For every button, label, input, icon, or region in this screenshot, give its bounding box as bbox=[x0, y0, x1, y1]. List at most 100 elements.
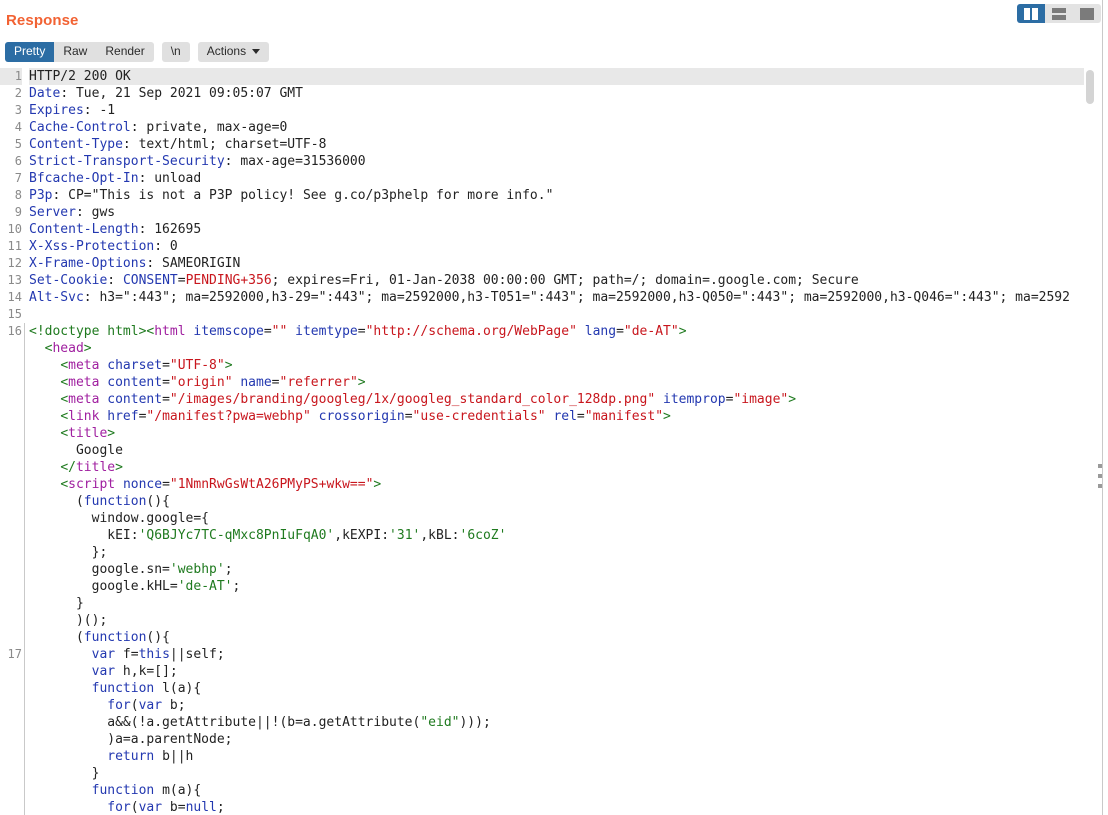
code-line[interactable]: google.sn='webhp'; bbox=[0, 561, 1092, 578]
code-line[interactable]: )(); bbox=[0, 612, 1092, 629]
line-number: 16 bbox=[7, 324, 22, 338]
line-number: 1 bbox=[0, 68, 22, 85]
code-line[interactable]: var h,k=[]; bbox=[0, 663, 1092, 680]
line-number: 4 bbox=[14, 120, 22, 134]
code-line[interactable]: } bbox=[0, 595, 1092, 612]
code-line[interactable]: 1 HTTP/2 200 OK bbox=[0, 68, 1092, 85]
code-line-text: Expires: -1 bbox=[29, 103, 116, 118]
panel-divider bbox=[1102, 0, 1103, 815]
code-line-text: }; bbox=[29, 545, 108, 560]
line-number bbox=[0, 408, 22, 425]
code-line[interactable]: 10 Content-Length: 162695 bbox=[0, 221, 1092, 238]
line-number: 7 bbox=[14, 171, 22, 185]
line-number bbox=[0, 595, 22, 612]
code-line[interactable]: Google bbox=[0, 442, 1092, 459]
code-line[interactable]: for(var b=null; bbox=[0, 799, 1092, 815]
scrollbar-thumb[interactable] bbox=[1086, 70, 1094, 104]
code-line[interactable]: 8 P3p: CP="This is not a P3P policy! See … bbox=[0, 187, 1092, 204]
line-number: 3 bbox=[14, 103, 22, 117]
layout-single-pane-button[interactable] bbox=[1073, 4, 1101, 23]
code-line[interactable]: 13 Set-Cookie: CONSENT=PENDING+356; expir… bbox=[0, 272, 1092, 289]
panel-header: Response bbox=[0, 0, 1108, 40]
code-line[interactable]: return b||h bbox=[0, 748, 1092, 765]
code-line[interactable]: <meta content="/images/branding/googleg/… bbox=[0, 391, 1092, 408]
code-line[interactable]: <link href="/manifest?pwa=webhp" crossor… bbox=[0, 408, 1092, 425]
line-number: 15 bbox=[7, 307, 22, 321]
code-line[interactable]: )a=a.parentNode; bbox=[0, 731, 1092, 748]
code-line[interactable]: for(var b; bbox=[0, 697, 1092, 714]
actions-button[interactable]: Actions bbox=[197, 42, 270, 62]
drag-handle-dots-icon[interactable] bbox=[1097, 464, 1102, 488]
vertical-split-icon bbox=[1024, 7, 1038, 20]
tab-pretty[interactable]: Pretty bbox=[5, 42, 55, 62]
code-line[interactable]: 16 <!doctype html><html itemscope="" item… bbox=[0, 323, 1092, 340]
code-line[interactable]: 17 var f=this||self; bbox=[0, 646, 1092, 663]
code-line-text: var f=this||self; bbox=[91, 647, 225, 662]
code-line[interactable]: 15 bbox=[0, 306, 1092, 323]
code-line-text: } bbox=[29, 596, 84, 611]
code-line-text: <head> bbox=[44, 341, 92, 356]
gutter-divider bbox=[22, 153, 29, 170]
code-line[interactable]: <meta content="origin" name="referrer"> bbox=[0, 374, 1092, 391]
code-line[interactable]: google.kHL='de-AT'; bbox=[0, 578, 1092, 595]
code-line[interactable]: }; bbox=[0, 544, 1092, 561]
line-number bbox=[0, 782, 22, 799]
code-line-text: kEI:'Q6BJYc7TC-qMxc8PnIuFqA0',kEXPI:'31'… bbox=[29, 528, 507, 543]
editor-vertical-scrollbar[interactable] bbox=[1084, 68, 1096, 815]
layout-toggle-group bbox=[1017, 4, 1101, 23]
gutter-divider bbox=[22, 85, 29, 102]
code-line[interactable]: 3 Expires: -1 bbox=[0, 102, 1092, 119]
code-line[interactable]: <meta charset="UTF-8"> bbox=[0, 357, 1092, 374]
code-line[interactable]: 4 Cache-Control: private, max-age=0 bbox=[0, 119, 1092, 136]
tab-raw[interactable]: Raw bbox=[54, 42, 97, 62]
code-line-text: Date: Tue, 21 Sep 2021 09:05:07 GMT bbox=[29, 86, 303, 101]
code-line[interactable]: <title> bbox=[0, 425, 1092, 442]
gutter-divider bbox=[22, 238, 29, 255]
code-line-text: var h,k=[]; bbox=[91, 664, 178, 679]
actions-button-label: Actions bbox=[206, 44, 247, 58]
line-number: 10 bbox=[7, 222, 22, 236]
response-editor[interactable]: 1 HTTP/2 200 OK 2 Date: Tue, 21 Sep 2021 09… bbox=[0, 68, 1092, 815]
gutter-divider bbox=[22, 170, 29, 187]
code-line[interactable]: kEI:'Q6BJYc7TC-qMxc8PnIuFqA0',kEXPI:'31'… bbox=[0, 527, 1092, 544]
code-line[interactable]: 6 Strict-Transport-Security: max-age=3153… bbox=[0, 153, 1092, 170]
layout-vertical-split-button[interactable] bbox=[1017, 4, 1045, 23]
code-line[interactable]: a&&(!a.getAttribute||!(b=a.getAttribute(… bbox=[0, 714, 1092, 731]
code-line[interactable]: </title> bbox=[0, 459, 1092, 476]
code-lines-container: 1 HTTP/2 200 OK 2 Date: Tue, 21 Sep 2021 09… bbox=[0, 68, 1092, 815]
code-line-text: <meta charset="UTF-8"> bbox=[60, 358, 233, 373]
code-line[interactable]: } bbox=[0, 765, 1092, 782]
code-line[interactable]: 2 Date: Tue, 21 Sep 2021 09:05:07 GMT bbox=[0, 85, 1092, 102]
code-line[interactable]: 11 X-Xss-Protection: 0 bbox=[0, 238, 1092, 255]
code-line-text: )(); bbox=[29, 613, 108, 628]
line-number: 13 bbox=[7, 273, 22, 287]
code-line[interactable]: 12 X-Frame-Options: SAMEORIGIN bbox=[0, 255, 1092, 272]
code-line-text: function l(a){ bbox=[91, 681, 202, 696]
code-line[interactable]: function l(a){ bbox=[0, 680, 1092, 697]
code-line[interactable]: (function(){ bbox=[0, 629, 1092, 646]
horizontal-split-icon bbox=[1052, 7, 1066, 20]
code-line-text: Set-Cookie: CONSENT=PENDING+356; expires… bbox=[29, 273, 859, 288]
code-line[interactable]: function m(a){ bbox=[0, 782, 1092, 799]
code-line[interactable]: 14 Alt-Svc: h3=":443"; ma=2592000,h3-29="… bbox=[0, 289, 1092, 306]
code-line-text: <!doctype html><html itemscope="" itemty… bbox=[29, 324, 687, 339]
code-line[interactable]: <head> bbox=[0, 340, 1092, 357]
code-line[interactable]: 9 Server: gws bbox=[0, 204, 1092, 221]
code-line-text: } bbox=[29, 766, 100, 781]
code-line[interactable]: window.google={ bbox=[0, 510, 1092, 527]
line-number bbox=[0, 391, 22, 408]
line-number bbox=[0, 374, 22, 391]
layout-horizontal-split-button[interactable] bbox=[1045, 4, 1073, 23]
tab-render[interactable]: Render bbox=[96, 42, 154, 62]
code-line-text: google.sn='webhp'; bbox=[29, 562, 233, 577]
code-line-text: Cache-Control: private, max-age=0 bbox=[29, 120, 288, 135]
code-line[interactable]: (function(){ bbox=[0, 493, 1092, 510]
code-line-text: google.kHL='de-AT'; bbox=[29, 579, 241, 594]
code-line[interactable]: <script nonce="1NmnRwGsWtA26PMyPS+wkw=="… bbox=[0, 476, 1092, 493]
view-mode-group: Pretty Raw Render bbox=[5, 42, 154, 62]
line-number: 17 bbox=[7, 647, 22, 661]
newline-toggle-button[interactable]: \n bbox=[161, 42, 190, 62]
code-line[interactable]: 5 Content-Type: text/html; charset=UTF-8 bbox=[0, 136, 1092, 153]
code-line[interactable]: 7 Bfcache-Opt-In: unload bbox=[0, 170, 1092, 187]
line-number bbox=[0, 510, 22, 527]
